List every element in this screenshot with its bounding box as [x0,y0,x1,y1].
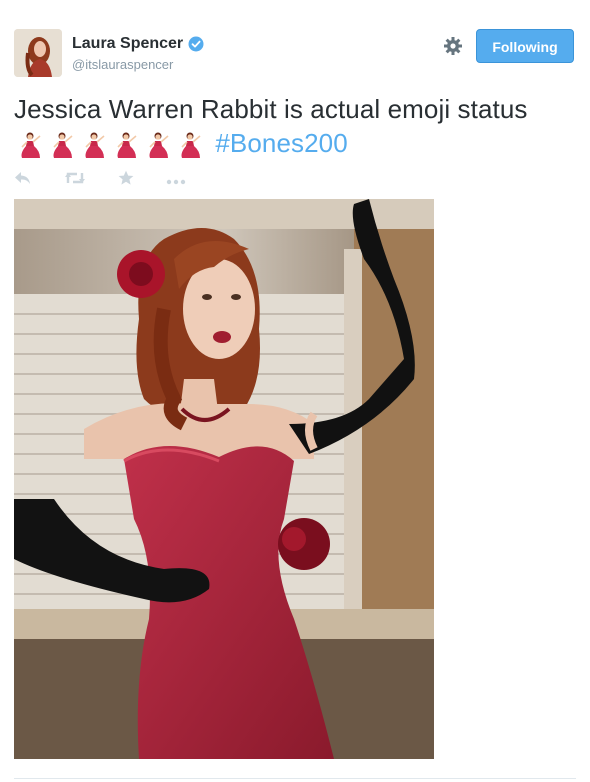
dancer-emoji-icon [178,131,204,159]
avatar[interactable] [14,29,62,77]
dancer-emoji-icon [50,131,76,159]
following-button[interactable]: Following [476,29,574,63]
verified-badge-icon [188,36,204,52]
tweet-photo[interactable] [14,199,434,759]
reply-icon[interactable] [14,171,32,190]
user-handle[interactable]: @itslauraspencer [72,57,173,72]
more-icon[interactable] [166,172,186,190]
hashtag-link[interactable]: #Bones200 [215,128,347,158]
retweet-icon[interactable] [64,171,86,190]
display-name-text: Laura Spencer [72,35,184,52]
photo-illustration [14,199,434,759]
tweet-text: Jessica Warren Rabbit is actual emoji st… [14,92,574,160]
favorite-icon[interactable] [118,170,134,191]
dancer-emoji-icon [18,131,44,159]
divider [14,778,576,779]
dancer-emoji-icon [114,131,140,159]
tweet-text-main: Jessica Warren Rabbit is actual emoji st… [14,94,528,124]
emoji-row [18,131,204,159]
display-name[interactable]: Laura Spencer [72,35,204,53]
dancer-emoji-icon [82,131,108,159]
gear-icon[interactable] [443,36,463,56]
dancer-emoji-icon [146,131,172,159]
tweet-actions [14,170,218,191]
avatar-image [14,29,62,77]
